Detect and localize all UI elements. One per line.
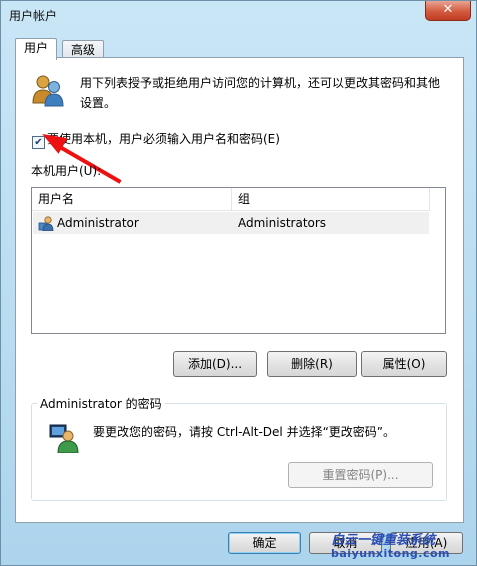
require-login-label[interactable]: 要使用本机，用户必须输入用户名和密码(E) xyxy=(47,129,280,149)
dialog-window: 用户帐户 ✕ 用户 高级 用下列表授予或拒绝用户访问您的计算机，还可以更改其密码… xyxy=(0,0,477,566)
close-button[interactable]: ✕ xyxy=(425,1,471,21)
row-username: Administrator xyxy=(57,216,139,230)
users-icon xyxy=(31,73,65,107)
column-header-group[interactable]: 组 xyxy=(232,188,430,211)
column-header-username[interactable]: 用户名 xyxy=(32,188,232,211)
user-listview[interactable]: 用户名 组 Administrator Administrators xyxy=(31,187,446,334)
password-groupbox-legend: Administrator 的密码 xyxy=(37,395,165,412)
watermark-text: 白云一键重装系统 xyxy=(331,533,436,548)
tab-users[interactable]: 用户 xyxy=(15,38,58,60)
window-title: 用户帐户 xyxy=(9,9,58,23)
add-user-button[interactable]: 添加(D)... xyxy=(173,351,257,377)
user-key-icon xyxy=(48,421,80,454)
remove-user-button[interactable]: 删除(R) xyxy=(267,351,357,377)
user-icon xyxy=(38,215,54,232)
table-row[interactable]: Administrator Administrators xyxy=(33,212,429,234)
ok-button[interactable]: 确定 xyxy=(228,532,301,554)
row-group: Administrators xyxy=(238,216,327,230)
properties-button[interactable]: 属性(O) xyxy=(361,351,447,377)
intro-text: 用下列表授予或拒绝用户访问您的计算机，还可以更改其密码和其他 设置。 xyxy=(80,76,441,110)
reset-password-button[interactable]: 重置密码(P)... xyxy=(288,462,433,488)
close-icon: ✕ xyxy=(442,2,454,17)
watermark-url: baiyunxitong.com xyxy=(331,547,451,560)
password-instruction: 要更改您的密码，请按 Ctrl-Alt-Del 并选择“更改密码”。 xyxy=(93,425,396,439)
user-list-label: 本机用户(U): xyxy=(31,164,102,178)
